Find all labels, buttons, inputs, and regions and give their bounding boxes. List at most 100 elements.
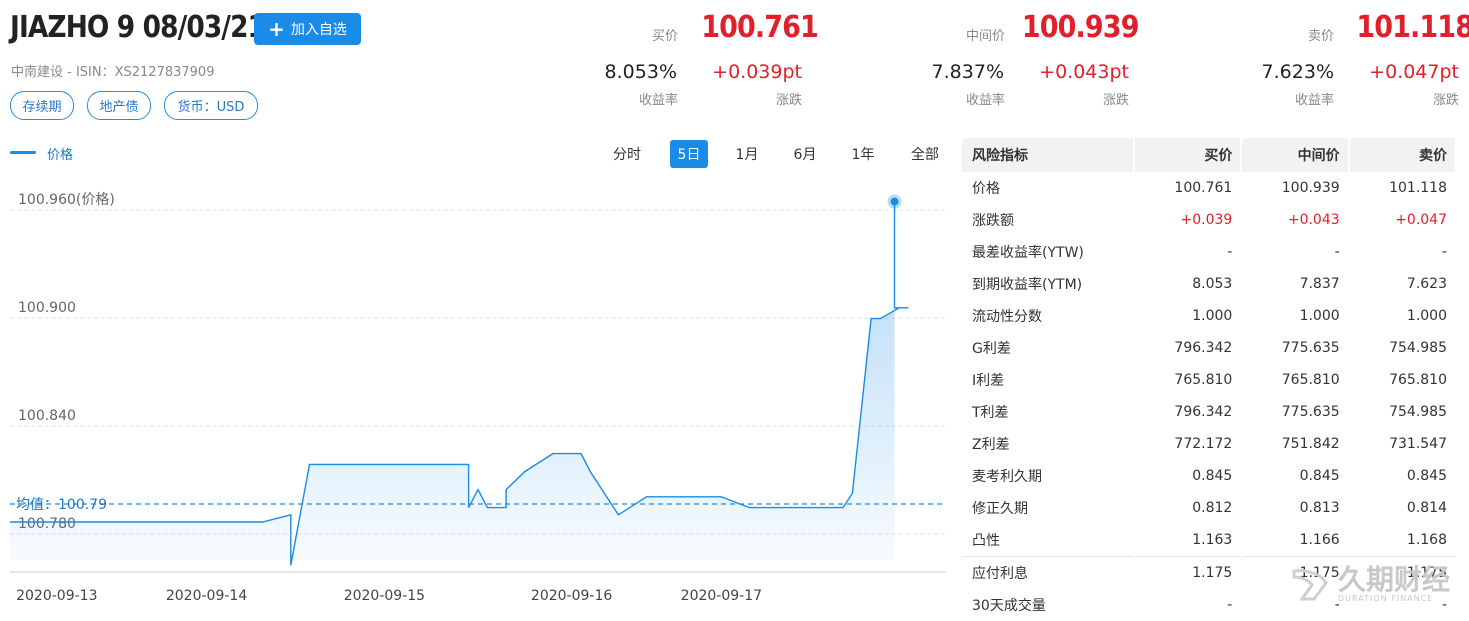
bid-cell: 796.342 — [1174, 340, 1233, 356]
range-tab-6m[interactable]: 6月 — [786, 140, 824, 168]
add-watchlist-button[interactable]: + 加入自选 — [254, 13, 361, 45]
ask-cell: 765.810 — [1389, 372, 1447, 388]
y-tick-label: 100.960(价格) — [18, 192, 115, 208]
x-tick-label: 2020-09-14 — [166, 588, 247, 604]
bid-yield: 8.053% — [604, 61, 677, 83]
metric-name-cell: I利差 — [972, 373, 1005, 389]
tag-currency[interactable]: 货币：USD — [164, 91, 258, 120]
table-row: 流动性分数 1.000 1.000 1.000 — [962, 300, 1455, 332]
plus-icon: + — [268, 17, 285, 41]
mid-cell: 0.813 — [1299, 500, 1340, 516]
metric-name-cell: 应付利息 — [962, 556, 1133, 589]
mid-cell: 100.939 — [1281, 180, 1340, 196]
metric-name-cell: 30天成交量 — [972, 598, 1046, 614]
ask-cell: 101.118 — [1389, 180, 1447, 196]
header-bid: 买价 — [1135, 138, 1241, 172]
y-tick-label: 100.840 — [18, 408, 76, 424]
bid-change: +0.039pt — [712, 61, 802, 83]
mid-cell: 1.000 — [1299, 308, 1340, 324]
bid-cell: 1.175 — [1135, 556, 1241, 589]
table-row: 凸性 1.163 1.166 1.168 — [962, 524, 1455, 556]
x-tick-label: 2020-09-15 — [344, 588, 425, 604]
ask-cell: 0.814 — [1406, 500, 1447, 516]
metric-name-cell: 流动性分数 — [972, 309, 1042, 325]
bid-cell: 1.000 — [1192, 308, 1233, 324]
header-metric: 风险指标 — [962, 138, 1133, 172]
watermark: 久期财经 DURATION FINANCE — [1288, 566, 1450, 603]
price-area — [10, 201, 909, 566]
risk-metrics-table: 风险指标 买价 中间价 卖价 价格 100.761 100.939 101.118 涨跌… — [960, 138, 1457, 621]
mid-yield-label: 收益率 — [965, 93, 1005, 108]
metric-name-cell: 麦考利久期 — [972, 469, 1042, 485]
mid-cell: +0.043 — [1287, 212, 1340, 228]
bid-cell: 0.845 — [1192, 468, 1233, 484]
ask-change-label: 涨跌 — [1432, 93, 1459, 108]
header-ask: 卖价 — [1349, 138, 1455, 172]
bid-cell: - — [1227, 597, 1233, 613]
table-row: 到期收益率(YTM) 8.053 7.837 7.623 — [962, 268, 1455, 300]
range-tab-1m[interactable]: 1月 — [728, 140, 766, 168]
range-tab-all[interactable]: 全部 — [902, 140, 948, 168]
bid-cell: 0.812 — [1192, 500, 1233, 516]
watermark-subtext: DURATION FINANCE — [1338, 594, 1434, 603]
metric-name-cell: 最差收益率(YTW) — [972, 245, 1084, 261]
metric-name-cell: Z利差 — [972, 437, 1010, 453]
x-tick-label: 2020-09-16 — [531, 588, 612, 604]
issuer-isin: 中南建设 - ISIN：XS2127837909 — [11, 65, 215, 80]
ask-yield: 7.623% — [1261, 61, 1334, 83]
metric-name-cell: 涨跌额 — [972, 213, 1014, 229]
mid-cell: 775.635 — [1281, 340, 1340, 356]
mid-label: 中间价 — [965, 29, 1005, 44]
mid-cell: 0.845 — [1299, 468, 1340, 484]
x-tick-label: 2020-09-13 — [16, 588, 97, 604]
ask-change: +0.047pt — [1369, 61, 1459, 83]
range-tab-intraday[interactable]: 分时 — [606, 140, 648, 168]
mid-cell: 7.837 — [1299, 276, 1340, 292]
y-tick-label: 100.900 — [18, 300, 76, 316]
ask-yield-label: 收益率 — [1294, 93, 1334, 108]
ask-cell: 7.623 — [1406, 276, 1447, 292]
table-row: Z利差 772.172 751.842 731.547 — [962, 428, 1455, 460]
range-tab-5d[interactable]: 5日 — [670, 140, 708, 168]
mid-cell: 765.810 — [1281, 372, 1340, 388]
tag-sector[interactable]: 地产债 — [87, 91, 151, 120]
ask-cell: 754.985 — [1389, 404, 1447, 420]
bid-label: 买价 — [651, 29, 678, 44]
table-row: I利差 765.810 765.810 765.810 — [962, 364, 1455, 396]
ask-cell: 754.985 — [1389, 340, 1447, 356]
table-header-row: 风险指标 买价 中间价 卖价 — [962, 138, 1455, 172]
bid-cell: +0.039 — [1180, 212, 1233, 228]
mid-cell: 1.166 — [1299, 532, 1340, 548]
bid-price: 100.761 — [701, 10, 819, 45]
bid-cell: 1.163 — [1192, 532, 1233, 548]
table-row: 价格 100.761 100.939 101.118 — [962, 172, 1455, 204]
metric-name-cell: 到期收益率(YTM) — [972, 277, 1083, 293]
legend-label: 价格 — [47, 148, 74, 163]
average-label: 均值：100.79 — [16, 497, 107, 513]
metric-name-cell: 凸性 — [972, 533, 1000, 549]
metric-name-cell: 修正久期 — [972, 501, 1028, 517]
table-row: 涨跌额 +0.039 +0.043 +0.047 — [962, 204, 1455, 236]
range-tab-1y[interactable]: 1年 — [844, 140, 882, 168]
ask-cell: 1.168 — [1406, 532, 1447, 548]
tag-duration[interactable]: 存续期 — [10, 91, 74, 120]
add-watchlist-label: 加入自选 — [290, 22, 347, 38]
mid-cell: 775.635 — [1281, 404, 1340, 420]
metric-name-cell: G利差 — [972, 341, 1011, 357]
metric-name-cell: 价格 — [972, 181, 1000, 197]
price-chart[interactable]: 100.960(价格)100.900100.840100.780均值：100.7… — [0, 170, 950, 605]
legend-swatch — [10, 151, 36, 154]
bid-cell: 8.053 — [1192, 276, 1233, 292]
bid-cell: 765.810 — [1174, 372, 1233, 388]
mid-yield: 7.837% — [931, 61, 1004, 83]
ask-cell: - — [1441, 244, 1447, 260]
table-row: 最差收益率(YTW) - - - — [962, 236, 1455, 268]
bid-cell: 796.342 — [1174, 404, 1233, 420]
bid-change-label: 涨跌 — [775, 93, 802, 108]
bond-title: JIAZHO 9 08/03/21 — [10, 10, 266, 45]
x-tick-label: 2020-09-17 — [681, 588, 762, 604]
table-row: G利差 796.342 775.635 754.985 — [962, 332, 1455, 364]
ask-label: 卖价 — [1307, 29, 1334, 44]
ask-cell: 1.000 — [1406, 308, 1447, 324]
bid-cell: - — [1227, 244, 1233, 260]
